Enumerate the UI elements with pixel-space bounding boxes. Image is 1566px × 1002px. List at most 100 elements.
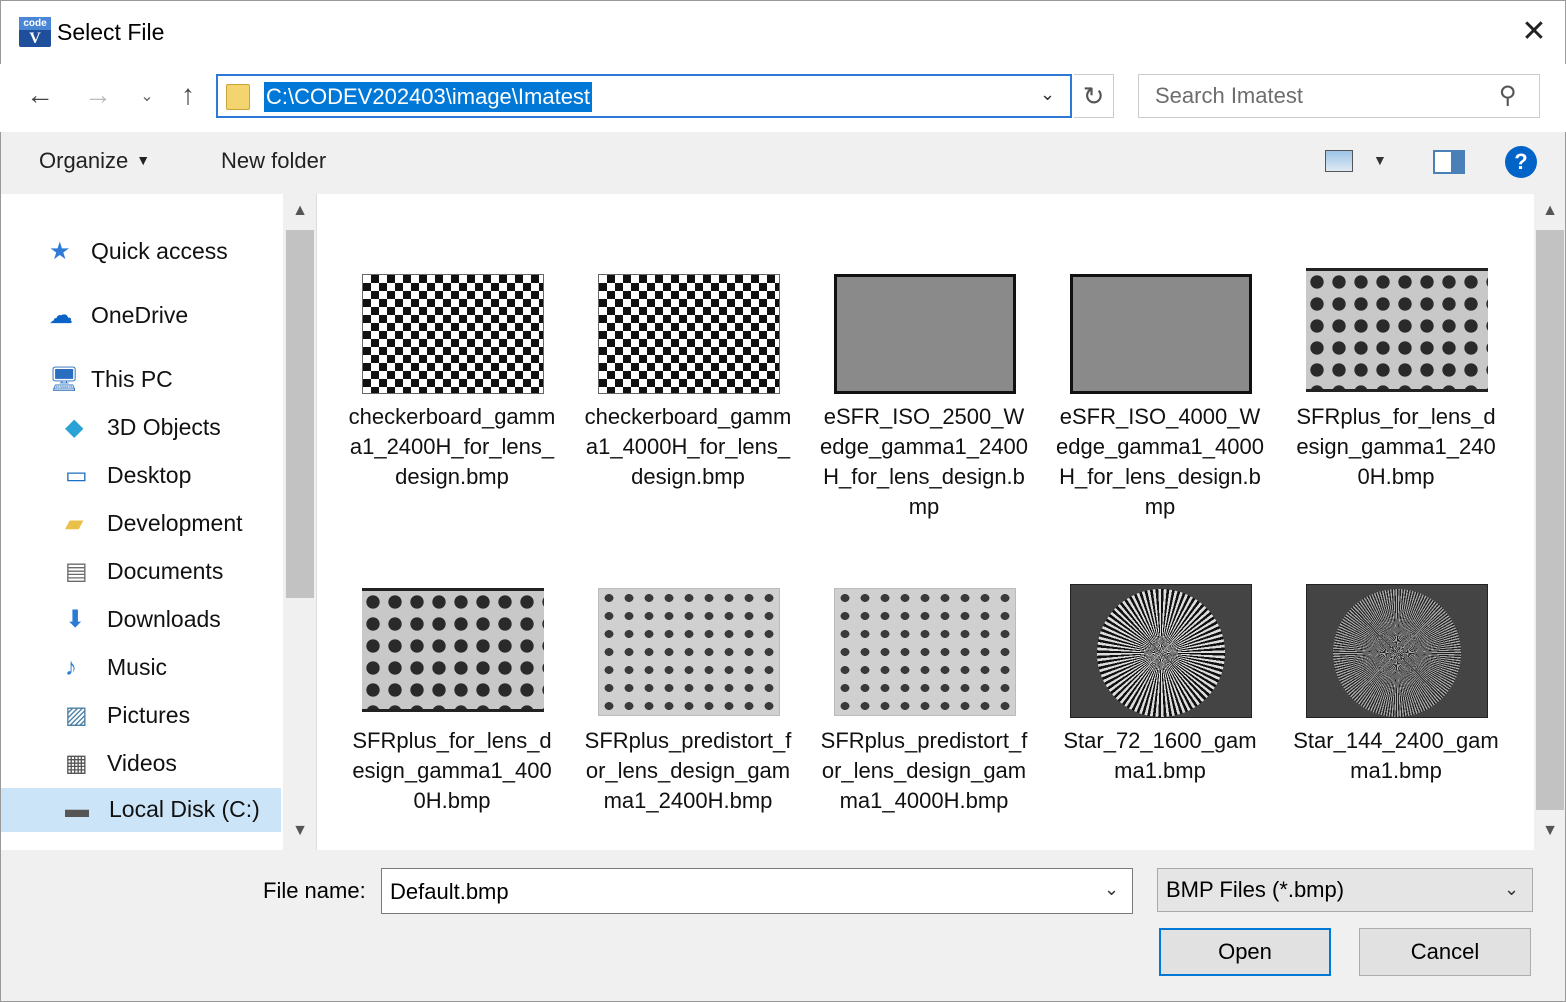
navigation-scrollbar[interactable]: ▲ ▼: [283, 194, 316, 850]
search-input[interactable]: Search Imatest ⚲: [1138, 74, 1540, 118]
sidebar-item[interactable]: 🖥 This PC: [49, 358, 261, 402]
sidebar-item[interactable]: ▨ Pictures: [65, 694, 261, 738]
view-options-caret-icon[interactable]: ▼: [1373, 152, 1387, 168]
folder-icon: ▰: [65, 510, 84, 537]
file-type-select[interactable]: BMP Files (*.bmp) ⌄: [1157, 868, 1533, 912]
file-name: checkerboard_gamma1_4000H_for_lens_desig…: [584, 404, 792, 489]
file-thumbnail: [1306, 584, 1488, 718]
sidebar-item-label: This PC: [91, 366, 173, 392]
close-button[interactable]: ✕: [1511, 11, 1557, 55]
chevron-down-icon[interactable]: ⌄: [1504, 879, 1519, 900]
scroll-down-icon[interactable]: ▼: [283, 822, 316, 840]
new-folder-button[interactable]: New folder: [221, 148, 326, 174]
organize-button[interactable]: Organize ▼: [39, 148, 150, 174]
scroll-up-icon[interactable]: ▲: [1534, 202, 1566, 220]
file-thumbnail: [1306, 268, 1488, 392]
chevron-down-icon[interactable]: ⌄: [1104, 879, 1119, 900]
forward-arrow-icon[interactable]: →: [80, 78, 116, 114]
change-view-icon[interactable]: [1325, 150, 1353, 172]
file-name-field[interactable]: Default.bmp ⌄: [381, 868, 1133, 914]
refresh-icon[interactable]: ↻: [1074, 74, 1114, 118]
help-icon[interactable]: ?: [1505, 146, 1537, 178]
app-icon: code V: [19, 17, 51, 47]
file-list-scrollbar[interactable]: ▲ ▼: [1534, 194, 1566, 850]
file-name-value[interactable]: Default.bmp: [390, 879, 509, 905]
toolbar: Organize ▼ New folder ▼ ?: [0, 132, 1566, 194]
scroll-down-icon[interactable]: ▼: [1534, 822, 1566, 840]
recent-locations-chevron-icon[interactable]: ⌄: [134, 80, 160, 116]
search-icon[interactable]: ⚲: [1499, 81, 1517, 110]
navigation-pane: ★ Quick access ☁ OneDrive 🖥 This PC ◆ 3D Object…: [0, 194, 316, 850]
video-icon: ▦: [65, 750, 88, 777]
sidebar-item-label: Documents: [107, 558, 224, 584]
cloud-icon: ☁: [49, 302, 73, 329]
sidebar-item[interactable]: ♪ Music: [65, 646, 261, 690]
sidebar-item[interactable]: ▤ Documents: [65, 550, 261, 594]
file-list: checkerboard_gamma1_2400H_for_lens_desig…: [316, 194, 1534, 850]
file-thumbnail: [598, 588, 780, 716]
drive-icon: ▬: [65, 796, 89, 823]
file-thumbnail: [362, 274, 544, 394]
sidebar-item-label: Pictures: [107, 702, 191, 728]
picture-icon: ▨: [65, 702, 88, 729]
file-thumbnail: [834, 588, 1016, 716]
up-arrow-icon[interactable]: ↑: [170, 78, 206, 114]
back-arrow-icon[interactable]: ←: [22, 78, 58, 114]
star-icon: ★: [49, 238, 71, 265]
sidebar-item[interactable]: ◆ 3D Objects: [65, 406, 261, 450]
open-button[interactable]: Open: [1159, 928, 1331, 976]
folder-icon: [226, 84, 250, 110]
file-name: checkerboard_gamma1_2400H_for_lens_desig…: [348, 404, 556, 489]
sidebar-item-label: Desktop: [107, 462, 192, 488]
file-name: eSFR_ISO_4000_Wedge_gamma1_4000H_for_len…: [1056, 404, 1264, 519]
sidebar-item-label: Music: [107, 654, 168, 680]
sidebar-item[interactable]: ★ Quick access: [49, 230, 261, 274]
sidebar-item-label: Development: [107, 510, 243, 536]
sidebar-item[interactable]: ▬ Local Disk (C:): [1, 788, 281, 832]
desktop-icon: ▭: [65, 462, 88, 489]
file-thumbnail: [598, 274, 780, 394]
file-type-value: BMP Files (*.bmp): [1166, 877, 1345, 902]
computer-icon: 🖥: [49, 366, 80, 393]
sidebar-item-label: OneDrive: [91, 302, 189, 328]
sidebar-item-label: Videos: [107, 750, 177, 776]
address-path[interactable]: C:\CODEV202403\image\Imatest: [264, 82, 593, 112]
cube-icon: ◆: [65, 414, 84, 441]
chevron-down-icon[interactable]: ⌄: [1040, 84, 1055, 105]
cancel-button[interactable]: Cancel: [1359, 928, 1531, 976]
file-name: Star_72_1600_gamma1.bmp: [1063, 728, 1257, 783]
file-name: eSFR_ISO_2500_Wedge_gamma1_2400H_for_len…: [820, 404, 1028, 519]
file-thumbnail: [362, 588, 544, 712]
title-bar: code V Select File ✕: [0, 0, 1566, 64]
scrollbar-thumb[interactable]: [286, 230, 314, 598]
file-name: SFRplus_for_lens_design_gamma1_2400H.bmp: [1296, 404, 1496, 489]
sidebar-item[interactable]: ▭ Desktop: [65, 454, 261, 498]
file-name: SFRplus_for_lens_design_gamma1_4000H.bmp: [352, 728, 552, 813]
file-thumbnail: [834, 274, 1016, 394]
file-name: SFRplus_predistort_for_lens_design_gamma…: [584, 728, 792, 813]
caret-down-icon: ▼: [136, 152, 151, 168]
star-pattern: [1097, 589, 1225, 717]
sidebar-item[interactable]: ⬇ Downloads: [65, 598, 261, 642]
file-name-label: File name:: [263, 878, 366, 903]
sidebar-item[interactable]: ☁ OneDrive: [49, 294, 261, 338]
file-thumbnail: [1070, 584, 1252, 718]
sidebar-item[interactable]: ▦ Videos: [65, 742, 261, 786]
file-name: SFRplus_predistort_for_lens_design_gamma…: [820, 728, 1028, 813]
scroll-up-icon[interactable]: ▲: [283, 202, 316, 220]
star-pattern: [1333, 589, 1461, 717]
sidebar-item-label: Local Disk (C:): [109, 796, 260, 822]
music-icon: ♪: [65, 654, 77, 681]
window-title: Select File: [57, 19, 165, 45]
search-placeholder: Search Imatest: [1155, 83, 1303, 108]
sidebar-item-label: 3D Objects: [107, 414, 221, 440]
sidebar-item[interactable]: ▰ Development: [65, 502, 261, 546]
download-icon: ⬇: [65, 606, 86, 633]
scrollbar-thumb[interactable]: [1536, 230, 1564, 810]
preview-pane-icon[interactable]: [1433, 150, 1465, 174]
sidebar-item-label: Downloads: [107, 606, 221, 632]
address-bar[interactable]: C:\CODEV202403\image\Imatest ⌄: [216, 74, 1072, 118]
dialog-footer: File name: Default.bmp ⌄ BMP Files (*.bm…: [0, 850, 1566, 1002]
file-name: Star_144_2400_gamma1.bmp: [1293, 728, 1499, 783]
file-thumbnail: [1070, 274, 1252, 394]
